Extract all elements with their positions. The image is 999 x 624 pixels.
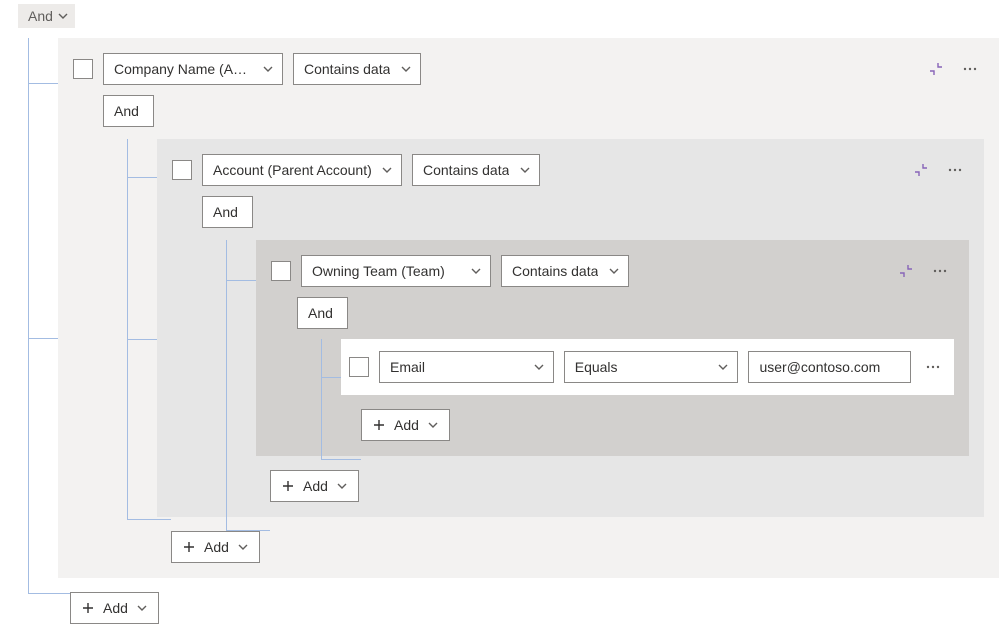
- filter-group: Account (Parent Account) Contains data: [157, 139, 984, 517]
- collapse-button[interactable]: [892, 257, 920, 285]
- more-horizontal-icon: [932, 263, 948, 279]
- filter-group: Owning Team (Team) Contains data: [256, 240, 969, 456]
- condition-dropdown[interactable]: And: [103, 95, 154, 127]
- row-select-checkbox[interactable]: [349, 357, 369, 377]
- more-horizontal-icon: [947, 162, 963, 178]
- condition-label: And: [114, 103, 139, 119]
- condition-dropdown[interactable]: And: [297, 297, 348, 329]
- connector-line: [28, 593, 70, 594]
- plus-icon: [81, 601, 95, 615]
- field-dropdown[interactable]: Company Name (Accou...: [103, 53, 283, 85]
- condition-label: And: [308, 305, 333, 321]
- field-label: Company Name (Accou...: [114, 61, 254, 77]
- add-label: Add: [204, 539, 229, 555]
- field-label: Account (Parent Account): [213, 162, 372, 178]
- group-select-checkbox[interactable]: [73, 59, 93, 79]
- chevron-down-icon: [136, 602, 148, 614]
- chevron-down-icon: [57, 10, 69, 22]
- root-condition-label: And: [28, 8, 53, 24]
- value-input[interactable]: user@contoso.com: [748, 351, 910, 383]
- condition-row: Email Equals user@contoso.com: [341, 339, 954, 395]
- chevron-down-icon: [519, 164, 531, 176]
- collapse-icon: [913, 162, 929, 178]
- connector-line: [226, 240, 227, 530]
- more-button[interactable]: [921, 353, 946, 381]
- operator-label: Contains data: [512, 263, 598, 279]
- add-button[interactable]: Add: [70, 592, 159, 624]
- add-label: Add: [394, 417, 419, 433]
- field-label: Owning Team (Team): [312, 263, 445, 279]
- more-button[interactable]: [926, 257, 954, 285]
- operator-label: Contains data: [304, 61, 390, 77]
- root-condition-dropdown[interactable]: And: [18, 4, 75, 28]
- add-button[interactable]: Add: [171, 531, 260, 563]
- collapse-icon: [928, 61, 944, 77]
- operator-dropdown[interactable]: Contains data: [412, 154, 540, 186]
- chevron-down-icon: [533, 361, 545, 373]
- group-select-checkbox[interactable]: [271, 261, 291, 281]
- connector-line: [127, 519, 171, 520]
- connector-line: [28, 83, 58, 84]
- add-label: Add: [103, 600, 128, 616]
- connector-line: [28, 338, 58, 339]
- plus-icon: [182, 540, 196, 554]
- add-label: Add: [303, 478, 328, 494]
- operator-label: Contains data: [423, 162, 509, 178]
- group-select-checkbox[interactable]: [172, 160, 192, 180]
- condition-dropdown[interactable]: And: [202, 196, 253, 228]
- collapse-button[interactable]: [907, 156, 935, 184]
- field-dropdown[interactable]: Owning Team (Team): [301, 255, 491, 287]
- plus-icon: [281, 479, 295, 493]
- collapse-icon: [898, 263, 914, 279]
- add-button[interactable]: Add: [361, 409, 450, 441]
- condition-label: And: [213, 204, 238, 220]
- chevron-down-icon: [237, 541, 249, 553]
- connector-line: [321, 339, 322, 459]
- more-button[interactable]: [941, 156, 969, 184]
- connector-line: [321, 377, 341, 378]
- chevron-down-icon: [608, 265, 620, 277]
- connector-line: [28, 38, 29, 593]
- collapse-button[interactable]: [922, 55, 950, 83]
- field-dropdown[interactable]: Email: [379, 351, 554, 383]
- operator-label: Equals: [575, 359, 618, 375]
- field-dropdown[interactable]: Account (Parent Account): [202, 154, 402, 186]
- chevron-down-icon: [470, 265, 482, 277]
- more-horizontal-icon: [962, 61, 978, 77]
- connector-line: [226, 280, 256, 281]
- chevron-down-icon: [400, 63, 412, 75]
- connector-line: [321, 459, 361, 460]
- connector-line: [127, 177, 157, 178]
- filter-group: Company Name (Accou... Contains data: [58, 38, 999, 578]
- chevron-down-icon: [381, 164, 393, 176]
- plus-icon: [372, 418, 386, 432]
- operator-dropdown[interactable]: Equals: [564, 351, 739, 383]
- value-text: user@contoso.com: [759, 359, 880, 375]
- more-button[interactable]: [956, 55, 984, 83]
- chevron-down-icon: [336, 480, 348, 492]
- connector-line: [127, 139, 128, 519]
- field-label: Email: [390, 359, 425, 375]
- operator-dropdown[interactable]: Contains data: [293, 53, 421, 85]
- operator-dropdown[interactable]: Contains data: [501, 255, 629, 287]
- connector-line: [127, 339, 157, 340]
- chevron-down-icon: [262, 63, 274, 75]
- more-horizontal-icon: [925, 359, 941, 375]
- add-button[interactable]: Add: [270, 470, 359, 502]
- chevron-down-icon: [427, 419, 439, 431]
- chevron-down-icon: [717, 361, 729, 373]
